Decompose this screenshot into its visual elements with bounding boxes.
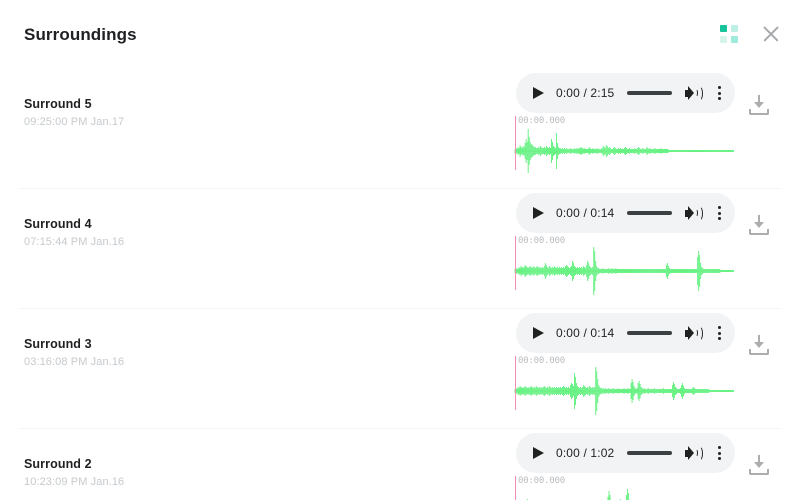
play-icon[interactable] [530, 85, 547, 102]
waveform-timestamp: 00:00.000 [518, 356, 565, 366]
progress-slider[interactable] [627, 211, 672, 215]
recording-date: 07:15:44 PM Jan.16 [24, 236, 125, 248]
recording-meta: Surround 3 03:16:08 PM Jan.16 [24, 336, 324, 370]
time-label: 0:00 / 2:15 [556, 86, 615, 100]
volume-high-icon[interactable] [685, 84, 703, 102]
waveform-playhead[interactable] [514, 476, 516, 500]
recording-name: Surround 5 [24, 97, 92, 111]
waveform-canvas [514, 247, 734, 295]
waveform-timestamp: 00:00.000 [518, 236, 565, 246]
download-icon[interactable] [748, 94, 770, 116]
waveform-timestamp: 00:00.000 [518, 476, 565, 486]
recording-meta: Surround 4 07:15:44 PM Jan.16 [24, 216, 324, 250]
progress-slider[interactable] [627, 331, 672, 335]
waveform-timestamp: 00:00.000 [518, 116, 565, 126]
volume-high-icon[interactable] [685, 324, 703, 342]
recording-name: Surround 2 [24, 457, 92, 471]
time-label: 0:00 / 0:14 [556, 326, 615, 340]
waveform[interactable]: 00:00.000 [514, 476, 734, 500]
waveform[interactable]: 00:00.000 [514, 236, 734, 298]
recording-date: 10:23:09 PM Jan.16 [24, 476, 125, 488]
recording-date: 09:25:00 PM Jan.17 [24, 116, 125, 128]
more-vertical-icon[interactable] [711, 323, 727, 343]
download-icon[interactable] [748, 454, 770, 476]
recording-row[interactable]: Surround 3 03:16:08 PM Jan.16 0:00 / 0:14 0… [0, 308, 800, 428]
window-header: Surroundings [0, 0, 800, 68]
time-label: 0:00 / 1:02 [556, 446, 615, 460]
audio-player: 0:00 / 2:15 [516, 73, 735, 113]
more-vertical-icon[interactable] [711, 443, 727, 463]
page-title: Surroundings [24, 24, 137, 44]
header-actions [720, 23, 782, 45]
download-icon[interactable] [748, 334, 770, 356]
play-icon[interactable] [530, 445, 547, 462]
play-icon[interactable] [530, 325, 547, 342]
progress-slider[interactable] [627, 451, 672, 455]
volume-high-icon[interactable] [685, 444, 703, 462]
more-vertical-icon[interactable] [711, 203, 727, 223]
waveform-canvas [514, 367, 734, 415]
waveform-playhead[interactable] [514, 356, 516, 410]
time-label: 0:00 / 0:14 [556, 206, 615, 220]
waveform[interactable]: 00:00.000 [514, 356, 734, 418]
grid-dots-icon[interactable] [720, 25, 738, 43]
recording-name: Surround 3 [24, 337, 92, 351]
audio-player: 0:00 / 0:14 [516, 313, 735, 353]
close-icon[interactable] [760, 23, 782, 45]
recording-meta: Surround 5 09:25:00 PM Jan.17 [24, 96, 324, 130]
progress-slider[interactable] [627, 91, 672, 95]
recordings-list: Surround 5 09:25:00 PM Jan.17 0:00 / 2:15 0… [0, 68, 800, 500]
play-icon[interactable] [530, 205, 547, 222]
waveform-playhead[interactable] [514, 116, 516, 170]
waveform[interactable]: 00:00.000 [514, 116, 734, 178]
download-icon[interactable] [748, 214, 770, 236]
recording-name: Surround 4 [24, 217, 92, 231]
volume-high-icon[interactable] [685, 204, 703, 222]
waveform-canvas [514, 129, 734, 173]
recording-date: 03:16:08 PM Jan.16 [24, 356, 125, 368]
audio-player: 0:00 / 1:02 [516, 433, 735, 473]
waveform-playhead[interactable] [514, 236, 516, 290]
recording-meta: Surround 2 10:23:09 PM Jan.16 [24, 456, 324, 490]
recording-row[interactable]: Surround 5 09:25:00 PM Jan.17 0:00 / 2:15 0… [0, 68, 800, 188]
recording-row[interactable]: Surround 4 07:15:44 PM Jan.16 0:00 / 0:14 0… [0, 188, 800, 308]
recording-row[interactable]: Surround 2 10:23:09 PM Jan.16 0:00 / 1:02 0… [0, 428, 800, 500]
more-vertical-icon[interactable] [711, 83, 727, 103]
waveform-canvas [526, 489, 630, 500]
audio-player: 0:00 / 0:14 [516, 193, 735, 233]
